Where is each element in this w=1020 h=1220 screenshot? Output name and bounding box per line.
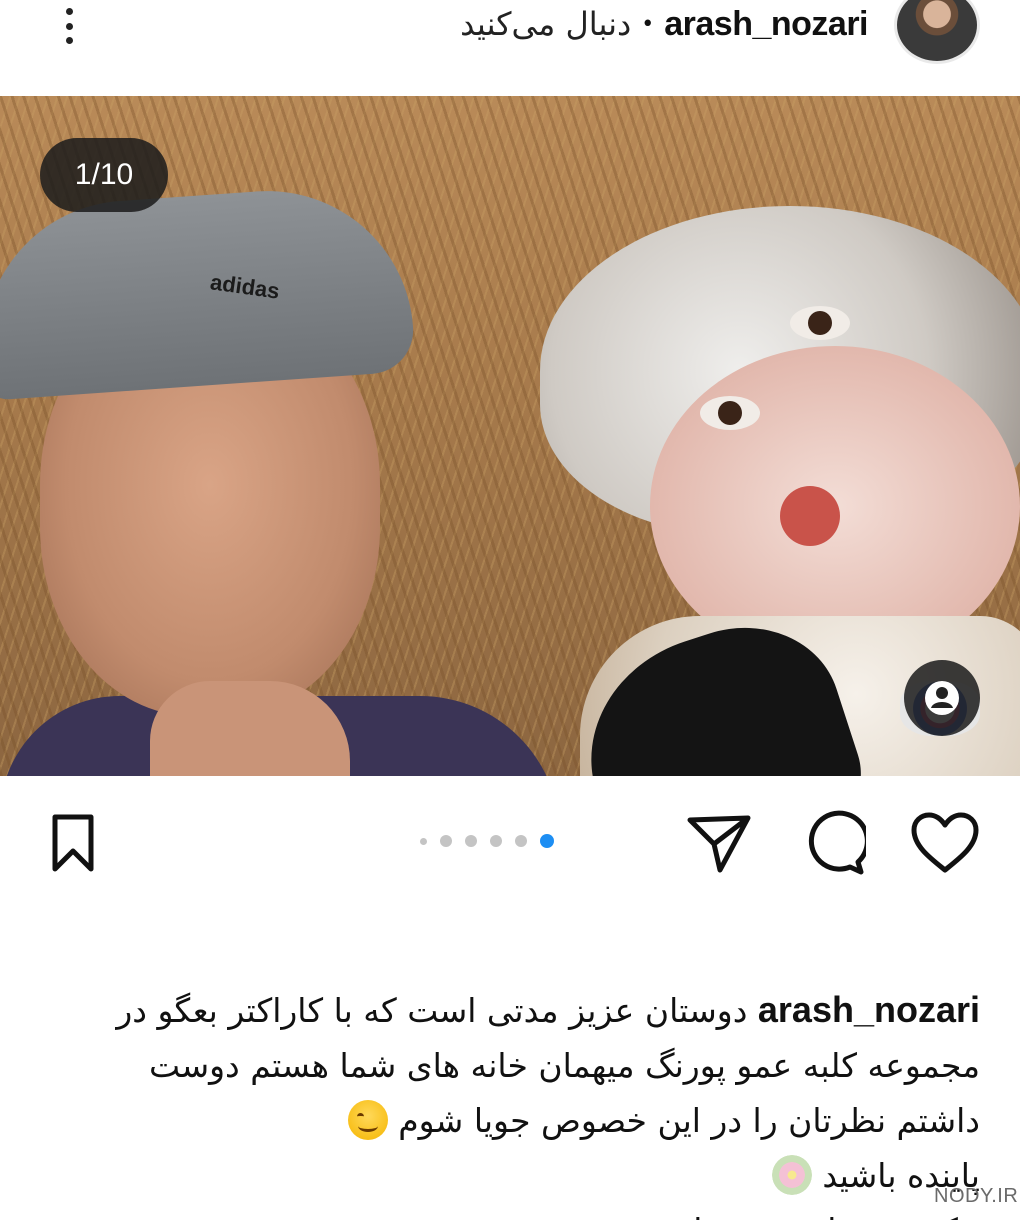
clown-nose: [780, 486, 840, 546]
more-dot: [65, 37, 73, 44]
smiling-face-emoji-icon: [347, 1100, 388, 1140]
header-text: arash_nozari • دنبال می‌کنید: [460, 0, 868, 48]
follow-status[interactable]: دنبال می‌کنید: [460, 5, 631, 43]
carousel-dot: [515, 835, 527, 847]
header-username[interactable]: arash_nozari: [664, 5, 868, 44]
user-tag-button[interactable]: [904, 660, 980, 736]
carousel-dot: [420, 837, 427, 845]
caption-line: مجموعه کلبه عمو پورنگ میهمان خانه های شم…: [149, 1046, 980, 1085]
carousel-dot: [490, 835, 502, 847]
slide-counter: 1/10: [40, 138, 168, 212]
like-button[interactable]: [910, 808, 980, 878]
header-separator: •: [641, 11, 655, 37]
more-dot: [65, 8, 73, 15]
watermark-text: NODY.IR: [934, 1185, 1019, 1207]
carousel-indicator: [420, 834, 554, 848]
carousel-dot: [465, 835, 477, 847]
post-header: arash_nozari • دنبال می‌کنید: [0, 0, 1020, 96]
eye: [700, 396, 760, 430]
post-caption: arash_nozari دوستان عزیز مدتی است که با …: [80, 982, 980, 1220]
caption-line: عکس: رویا منوچهرزاده: [80, 1203, 980, 1220]
watermark: NODY.IR: [934, 1185, 1018, 1208]
bookmark-icon: [52, 814, 94, 872]
caption-line: پاینده باشید: [80, 1148, 980, 1203]
more-options-button[interactable]: [52, 4, 86, 48]
bookmark-button[interactable]: [38, 808, 108, 878]
caption-text: داشتم نظرتان را در این خصوص جویا شوم: [398, 1101, 980, 1140]
share-button[interactable]: [684, 808, 754, 878]
carousel-dot-active: [540, 834, 554, 848]
avatar[interactable]: [894, 0, 980, 64]
share-icon: [687, 815, 751, 873]
comment-icon: [808, 810, 866, 875]
heart-icon: [911, 812, 979, 873]
post-actions: [0, 776, 1020, 906]
more-dot: [65, 22, 73, 30]
comment-button[interactable]: [798, 808, 868, 878]
caption-username[interactable]: arash_nozari: [758, 989, 980, 1030]
post-image[interactable]: adidas 1/10: [0, 96, 1020, 776]
caption-line: داشتم نظرتان را در این خصوص جویا شوم: [80, 1093, 980, 1148]
caption-line: arash_nozari دوستان عزیز مدتی است که با …: [80, 982, 980, 1038]
caption-text: دوستان عزیز مدتی است که با کاراکتر بعگو …: [116, 991, 748, 1030]
bouquet-emoji-icon: [771, 1155, 812, 1195]
carousel-dot: [440, 835, 452, 847]
user-tag-icon: [925, 681, 959, 715]
eye: [790, 306, 850, 340]
